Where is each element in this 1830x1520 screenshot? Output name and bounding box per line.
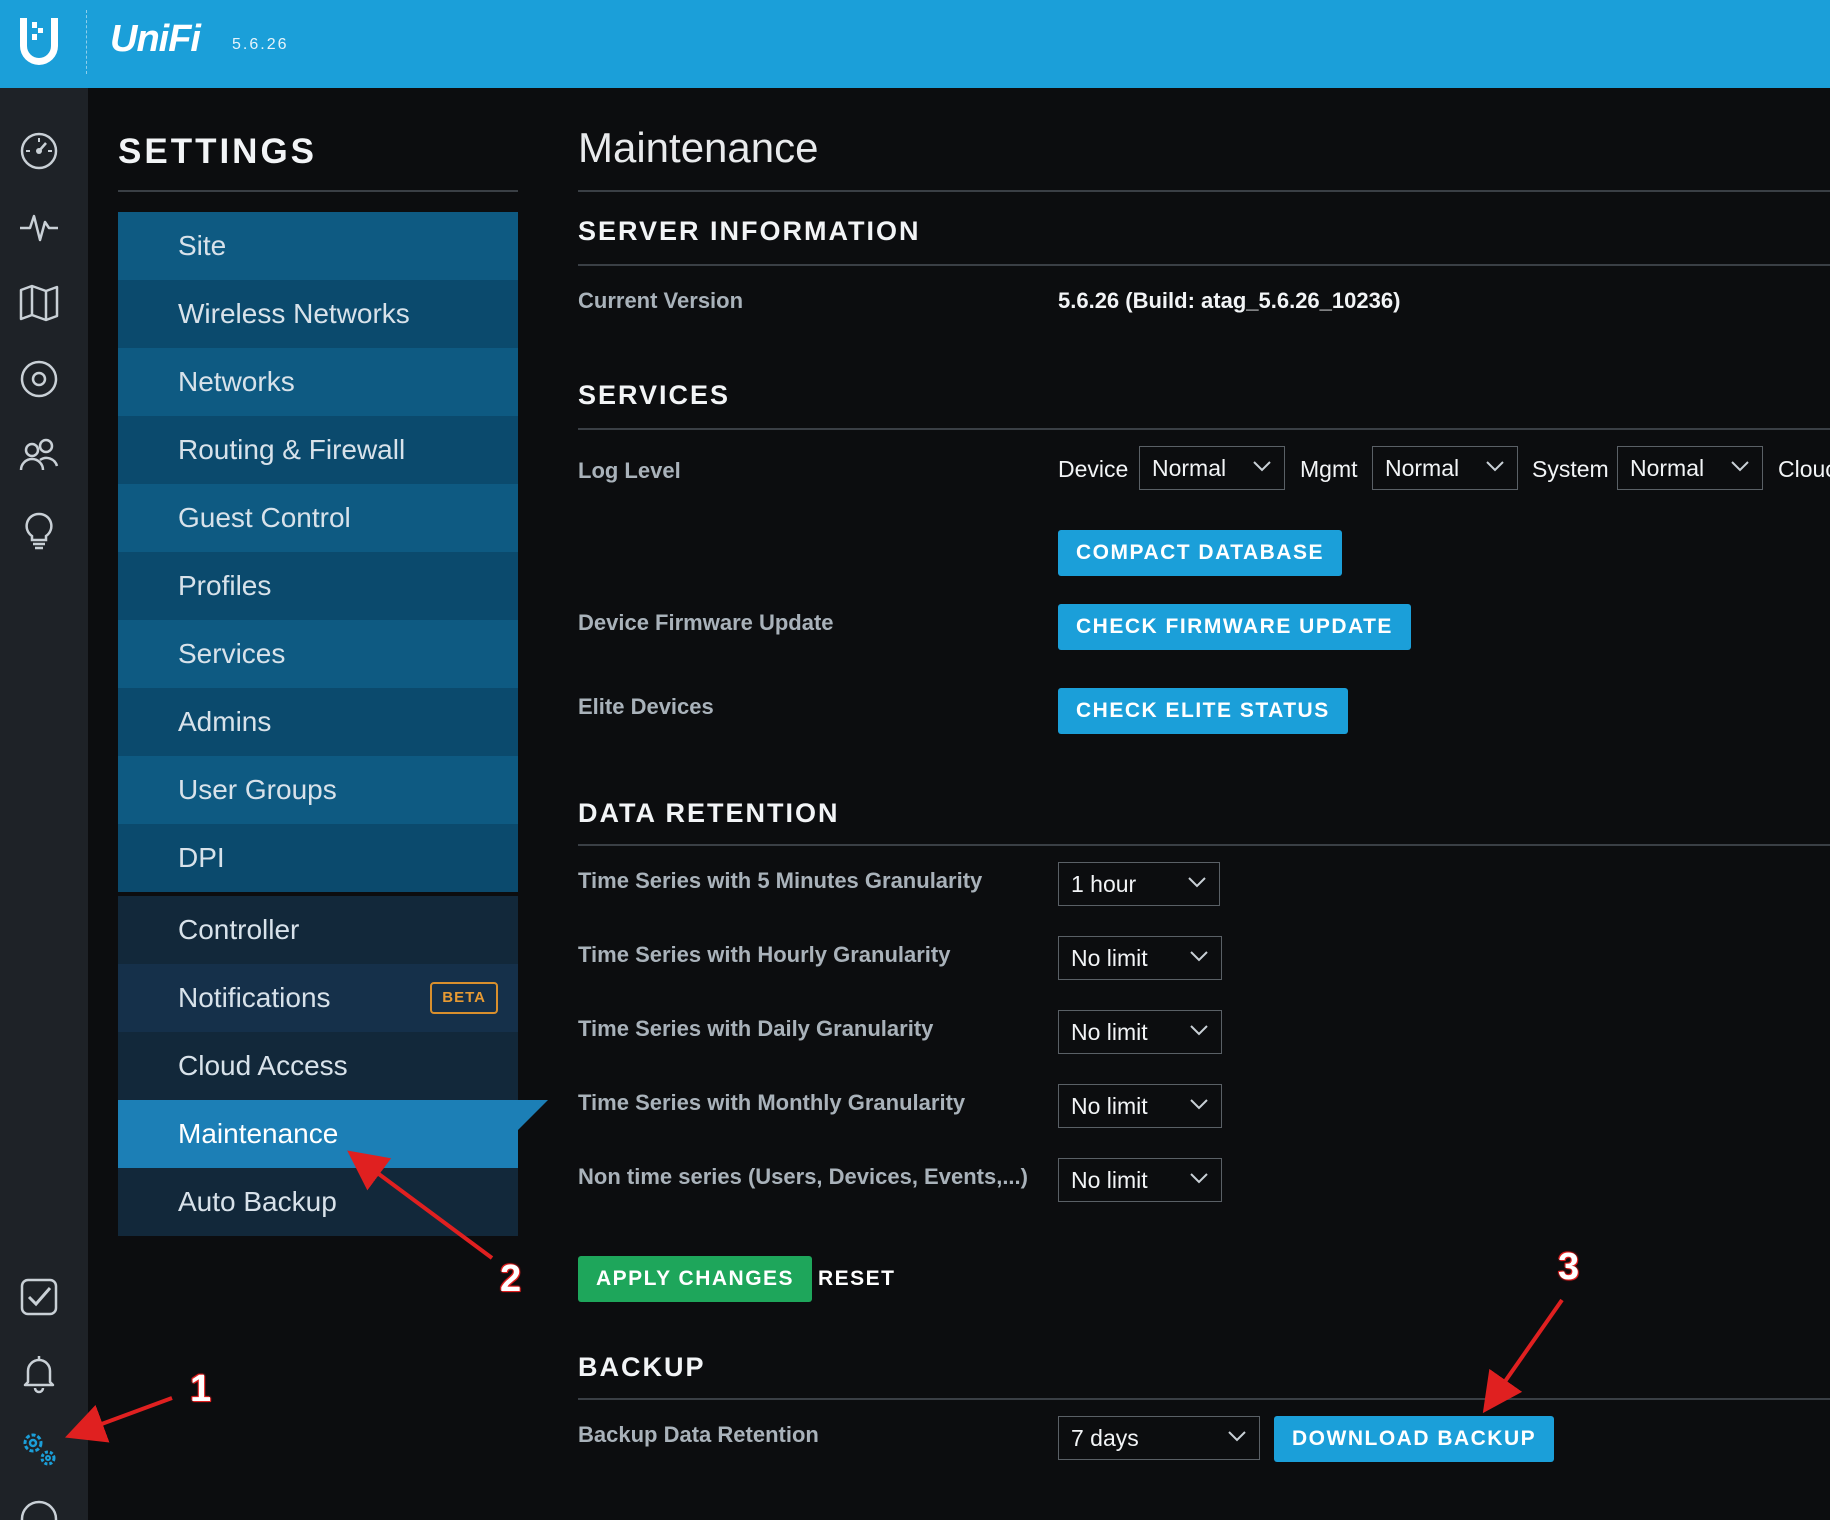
step-number-3: 3 xyxy=(1558,1246,1580,1288)
arrow-3 xyxy=(1482,1298,1564,1414)
arrow-2 xyxy=(347,1150,494,1260)
annotation-arrows xyxy=(64,1150,1564,1443)
step-number-1: 1 xyxy=(190,1368,212,1410)
arrow-1 xyxy=(64,1396,173,1443)
step-number-2: 2 xyxy=(500,1258,522,1300)
